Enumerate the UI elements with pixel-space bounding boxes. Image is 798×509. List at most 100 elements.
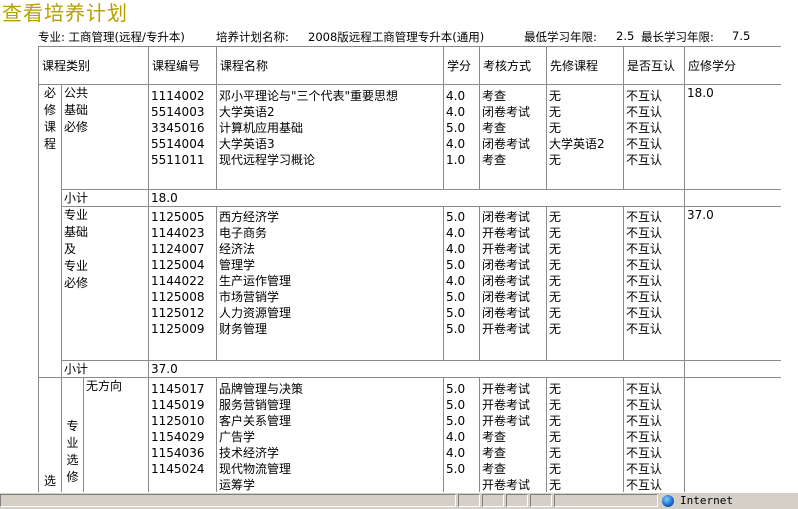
course-prereq: 无 [549, 414, 562, 428]
course-prereq: 无 [549, 462, 562, 476]
course-code: 5511011 [151, 153, 205, 167]
course-code: 1114002 [151, 89, 205, 103]
course-mutual: 不互认 [626, 89, 663, 103]
course-prereq: 无 [549, 322, 562, 336]
elective-category-cell: 选修 [38, 377, 62, 492]
course-name: 经济法 [219, 242, 256, 256]
course-mutual: 不互认 [626, 322, 663, 336]
course-prereq: 无 [549, 382, 562, 396]
header-category: 课程类别 [38, 46, 150, 85]
course-name: 广告学 [219, 430, 256, 444]
course-name: 技术经济学 [219, 446, 280, 460]
course-mutual: 不互认 [626, 290, 663, 304]
course-prereq: 无 [549, 398, 562, 412]
course-credit: 5.0 [446, 290, 466, 304]
major-req-group-label: 专业 基础 及 专业 必修 [64, 208, 89, 290]
public-codes: 1114002 5514003 3345016 5514004 5511011 [148, 84, 218, 190]
course-exam: 开卷考试 [482, 414, 531, 428]
course-mutual: 不互认 [626, 462, 663, 476]
course-code: 1154029 [151, 430, 205, 444]
course-mutual: 不互认 [626, 226, 663, 240]
header-required-credits: 应修学分 [684, 46, 781, 85]
course-name: 现代物流管理 [219, 462, 292, 476]
course-exam: 考查 [482, 462, 507, 476]
course-prereq: 无 [549, 210, 562, 224]
course-code: 5514004 [151, 137, 205, 151]
max-years-label: 最长学习年限: [641, 30, 714, 44]
course-exam: 考查 [482, 446, 507, 460]
course-credit: 5.0 [446, 462, 466, 476]
course-code: 1145017 [151, 382, 205, 396]
course-mutual: 不互认 [626, 153, 663, 167]
course-name: 现代远程学习概论 [219, 153, 316, 167]
course-mutual: 不互认 [626, 414, 663, 428]
course-prereq: 无 [549, 226, 562, 240]
course-name: 大学英语2 [219, 105, 275, 119]
course-mutual: 不互认 [626, 274, 663, 288]
course-exam: 闭卷考试 [482, 306, 531, 320]
course-name: 人力资源管理 [219, 306, 292, 320]
course-credit: 4.0 [446, 226, 466, 240]
major-elective-codes: 1145017 1145019 1125010 1154029 1154036 11450… [148, 377, 218, 492]
course-code: 1124007 [151, 242, 205, 256]
course-credit: 5.0 [446, 414, 466, 428]
course-credit: 4.0 [446, 242, 466, 256]
globe-icon [662, 495, 674, 507]
course-prereq: 无 [549, 121, 562, 135]
course-code: 1125008 [151, 290, 205, 304]
course-code: 1125009 [151, 322, 205, 336]
course-prereq: 无 [549, 478, 562, 492]
course-exam: 开卷考试 [482, 226, 531, 240]
plan-table-container[interactable]: 课程类别 课程编号 课程名称 学分 考核方式 先修课程 是否互认 应修学分 必修… [38, 46, 781, 492]
required-category-cell: 必修课程 [38, 84, 62, 378]
course-credit: 5.0 [446, 121, 466, 135]
course-mutual: 不互认 [626, 430, 663, 444]
course-exam: 考查 [482, 89, 507, 103]
subtotal-row: 小计 18.0 [39, 189, 781, 207]
course-mutual: 不互认 [626, 242, 663, 256]
course-prereq: 无 [549, 258, 562, 272]
course-exam: 开卷考试 [482, 478, 531, 492]
course-name: 管理学 [219, 258, 256, 272]
course-code: 1145019 [151, 398, 205, 412]
major-elective-prereqs: 无无无无无无无 [546, 377, 625, 492]
course-credit: 4.0 [446, 137, 466, 151]
major-req-names: 西方经济学 电子商务 经济法 管理学 生产运作管理 市场营销学 人力资源管理 财务管理 [216, 206, 445, 361]
page-title: 查看培养计划 [2, 1, 128, 25]
course-exam: 考查 [482, 153, 507, 167]
major-elective-mutual: 不互认 不互认 不互认 不互认 不互认 不互认 不互认 [623, 377, 686, 492]
course-code: 1125004 [151, 258, 205, 272]
course-prereq: 无 [549, 446, 562, 460]
header-exam: 考核方式 [479, 46, 548, 85]
course-prereq: 无 [549, 274, 562, 288]
course-exam: 考查 [482, 121, 507, 135]
table-header-row: 课程类别 课程编号 课程名称 学分 考核方式 先修课程 是否互认 应修学分 [38, 46, 781, 85]
course-name: 品牌管理与决策 [219, 382, 304, 396]
course-name: 生产运作管理 [219, 274, 292, 288]
header-prereq: 先修课程 [546, 46, 625, 85]
major-req-exams: 闭卷考试 开卷考试 开卷考试 闭卷考试 闭卷考试 闭卷考试 闭卷考试 开卷考试 [479, 206, 548, 361]
zone-label: Internet [680, 494, 733, 507]
course-name: 西方经济学 [219, 210, 280, 224]
course-name: 财务管理 [219, 322, 268, 336]
course-mutual: 不互认 [626, 258, 663, 272]
course-mutual: 不互认 [626, 306, 663, 320]
course-mutual: 不互认 [626, 398, 663, 412]
public-subtotal-label: 小计 [60, 189, 150, 207]
status-pane [554, 494, 658, 507]
course-prereq: 无 [549, 89, 562, 103]
course-code: 1144023 [151, 226, 205, 240]
course-credit: 5.0 [446, 322, 466, 336]
course-name: 大学英语3 [219, 137, 275, 151]
security-zone[interactable]: Internet [662, 494, 798, 508]
course-mutual: 不互认 [626, 478, 663, 492]
elective-category-label: 选修 [44, 474, 57, 492]
course-code: 1125012 [151, 306, 205, 320]
table-row: 必修课程 公共 基础 必修 1114002 5514003 3345016 55140… [38, 84, 781, 378]
required-category-label: 必修课程 [44, 86, 57, 151]
course-name: 运筹学 [219, 478, 256, 492]
major-req-required-credits: 37.0 [684, 206, 781, 361]
status-pane [530, 494, 552, 507]
plan-name-label: 培养计划名称: [216, 30, 289, 44]
public-required-credits: 18.0 [684, 84, 781, 190]
